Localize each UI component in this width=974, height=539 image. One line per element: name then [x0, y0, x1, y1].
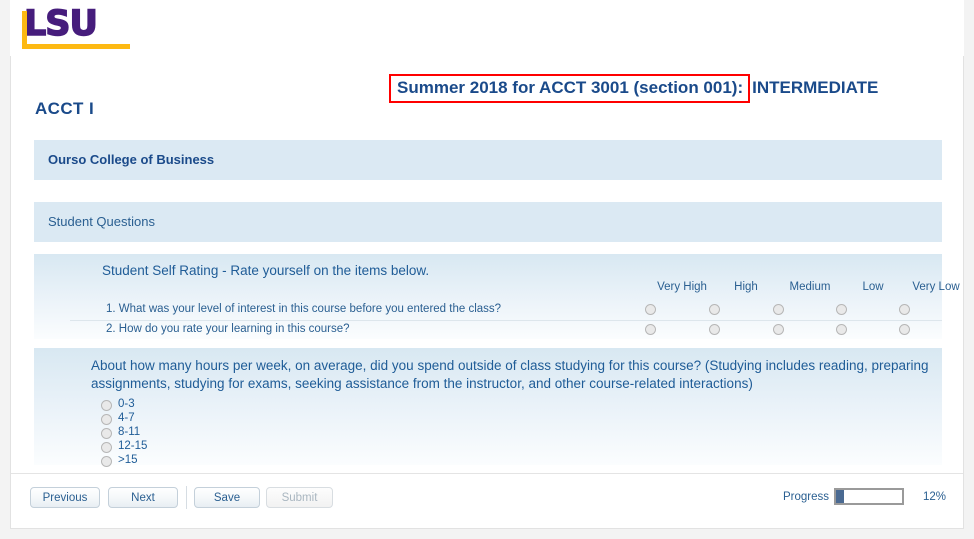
progress-bar-track — [834, 488, 904, 505]
question-1-text: 1. What was your level of interest in th… — [106, 303, 502, 315]
section-header-college-label: Ourso College of Business — [48, 152, 215, 167]
label-hours-0-3: 0-3 — [118, 398, 135, 410]
progress-label: Progress — [782, 491, 829, 503]
radio-q1-very-high[interactable] — [645, 304, 656, 315]
radio-q1-low[interactable] — [836, 304, 847, 315]
submit-button: Submit — [266, 487, 333, 508]
button-group-divider — [186, 486, 187, 509]
radio-q2-very-high[interactable] — [645, 324, 656, 335]
previous-button[interactable]: Previous — [30, 487, 100, 508]
column-header-very-high: Very High — [657, 281, 707, 293]
progress-bar-fill — [836, 490, 844, 503]
radio-q2-low[interactable] — [836, 324, 847, 335]
column-header-medium: Medium — [789, 281, 831, 293]
label-hours-4-7: 4-7 — [118, 412, 135, 424]
self-rating-title: Student Self Rating - Rate yourself on t… — [102, 263, 430, 278]
self-rating-panel: Student Self Rating - Rate yourself on t… — [34, 254, 960, 340]
table-row: 2. How do you rate your learning in this… — [102, 320, 942, 340]
study-hours-prompt: About how many hours per week, on averag… — [91, 358, 929, 391]
radio-q2-very-low[interactable] — [899, 324, 910, 335]
table-row: 1. What was your level of interest in th… — [102, 300, 942, 320]
radio-q1-high[interactable] — [709, 304, 720, 315]
label-hours-12-15: 12-15 — [118, 440, 148, 452]
save-button[interactable]: Save — [194, 487, 260, 508]
page-title-line2: ACCT I — [35, 99, 95, 118]
column-header-very-low: Very Low — [912, 281, 960, 293]
page-root: LSU Summer 2018 for ACCT 3001 (section 0… — [0, 0, 974, 539]
label-hours-gt-15: >15 — [118, 454, 138, 466]
radio-q2-medium[interactable] — [773, 324, 784, 335]
label-hours-8-11: 8-11 — [118, 426, 141, 438]
page-title: Summer 2018 for ACCT 3001 (section 001):… — [389, 74, 878, 103]
footer-toolbar: Previous Next Save Submit Progress 12% — [11, 474, 963, 527]
page-title-area: Summer 2018 for ACCT 3001 (section 001):… — [11, 56, 963, 130]
radio-hours-8-11[interactable] — [101, 428, 112, 439]
radio-q1-medium[interactable] — [773, 304, 784, 315]
lsu-logo-text: LSU — [23, 4, 98, 44]
lsu-logo: LSU — [22, 4, 130, 49]
radio-hours-12-15[interactable] — [101, 442, 112, 453]
content-card: Summer 2018 for ACCT 3001 (section 001):… — [10, 56, 964, 529]
title-tail: INTERMEDIATE — [752, 78, 879, 97]
radio-hours-0-3[interactable] — [101, 400, 112, 411]
radio-hours-4-7[interactable] — [101, 414, 112, 425]
title-highlight-box: Summer 2018 for ACCT 3001 (section 001): — [389, 74, 751, 103]
section-header-college: Ourso College of Business — [34, 140, 942, 180]
study-hours-panel: About how many hours per week, on averag… — [34, 348, 942, 467]
section-header-student-questions: Student Questions — [34, 202, 942, 242]
progress-percent-text: 12% — [922, 491, 946, 503]
column-header-high: High — [734, 281, 758, 293]
next-button[interactable]: Next — [108, 487, 178, 508]
radio-q1-very-low[interactable] — [899, 304, 910, 315]
column-header-low: Low — [862, 281, 884, 293]
radio-q2-high[interactable] — [709, 324, 720, 335]
radio-hours-gt-15[interactable] — [101, 456, 112, 467]
question-2-text: 2. How do you rate your learning in this… — [106, 323, 350, 335]
section-header-student-questions-label: Student Questions — [48, 214, 155, 229]
lsu-logo-gold-bar — [22, 44, 130, 49]
logo-band: LSU — [10, 0, 964, 56]
